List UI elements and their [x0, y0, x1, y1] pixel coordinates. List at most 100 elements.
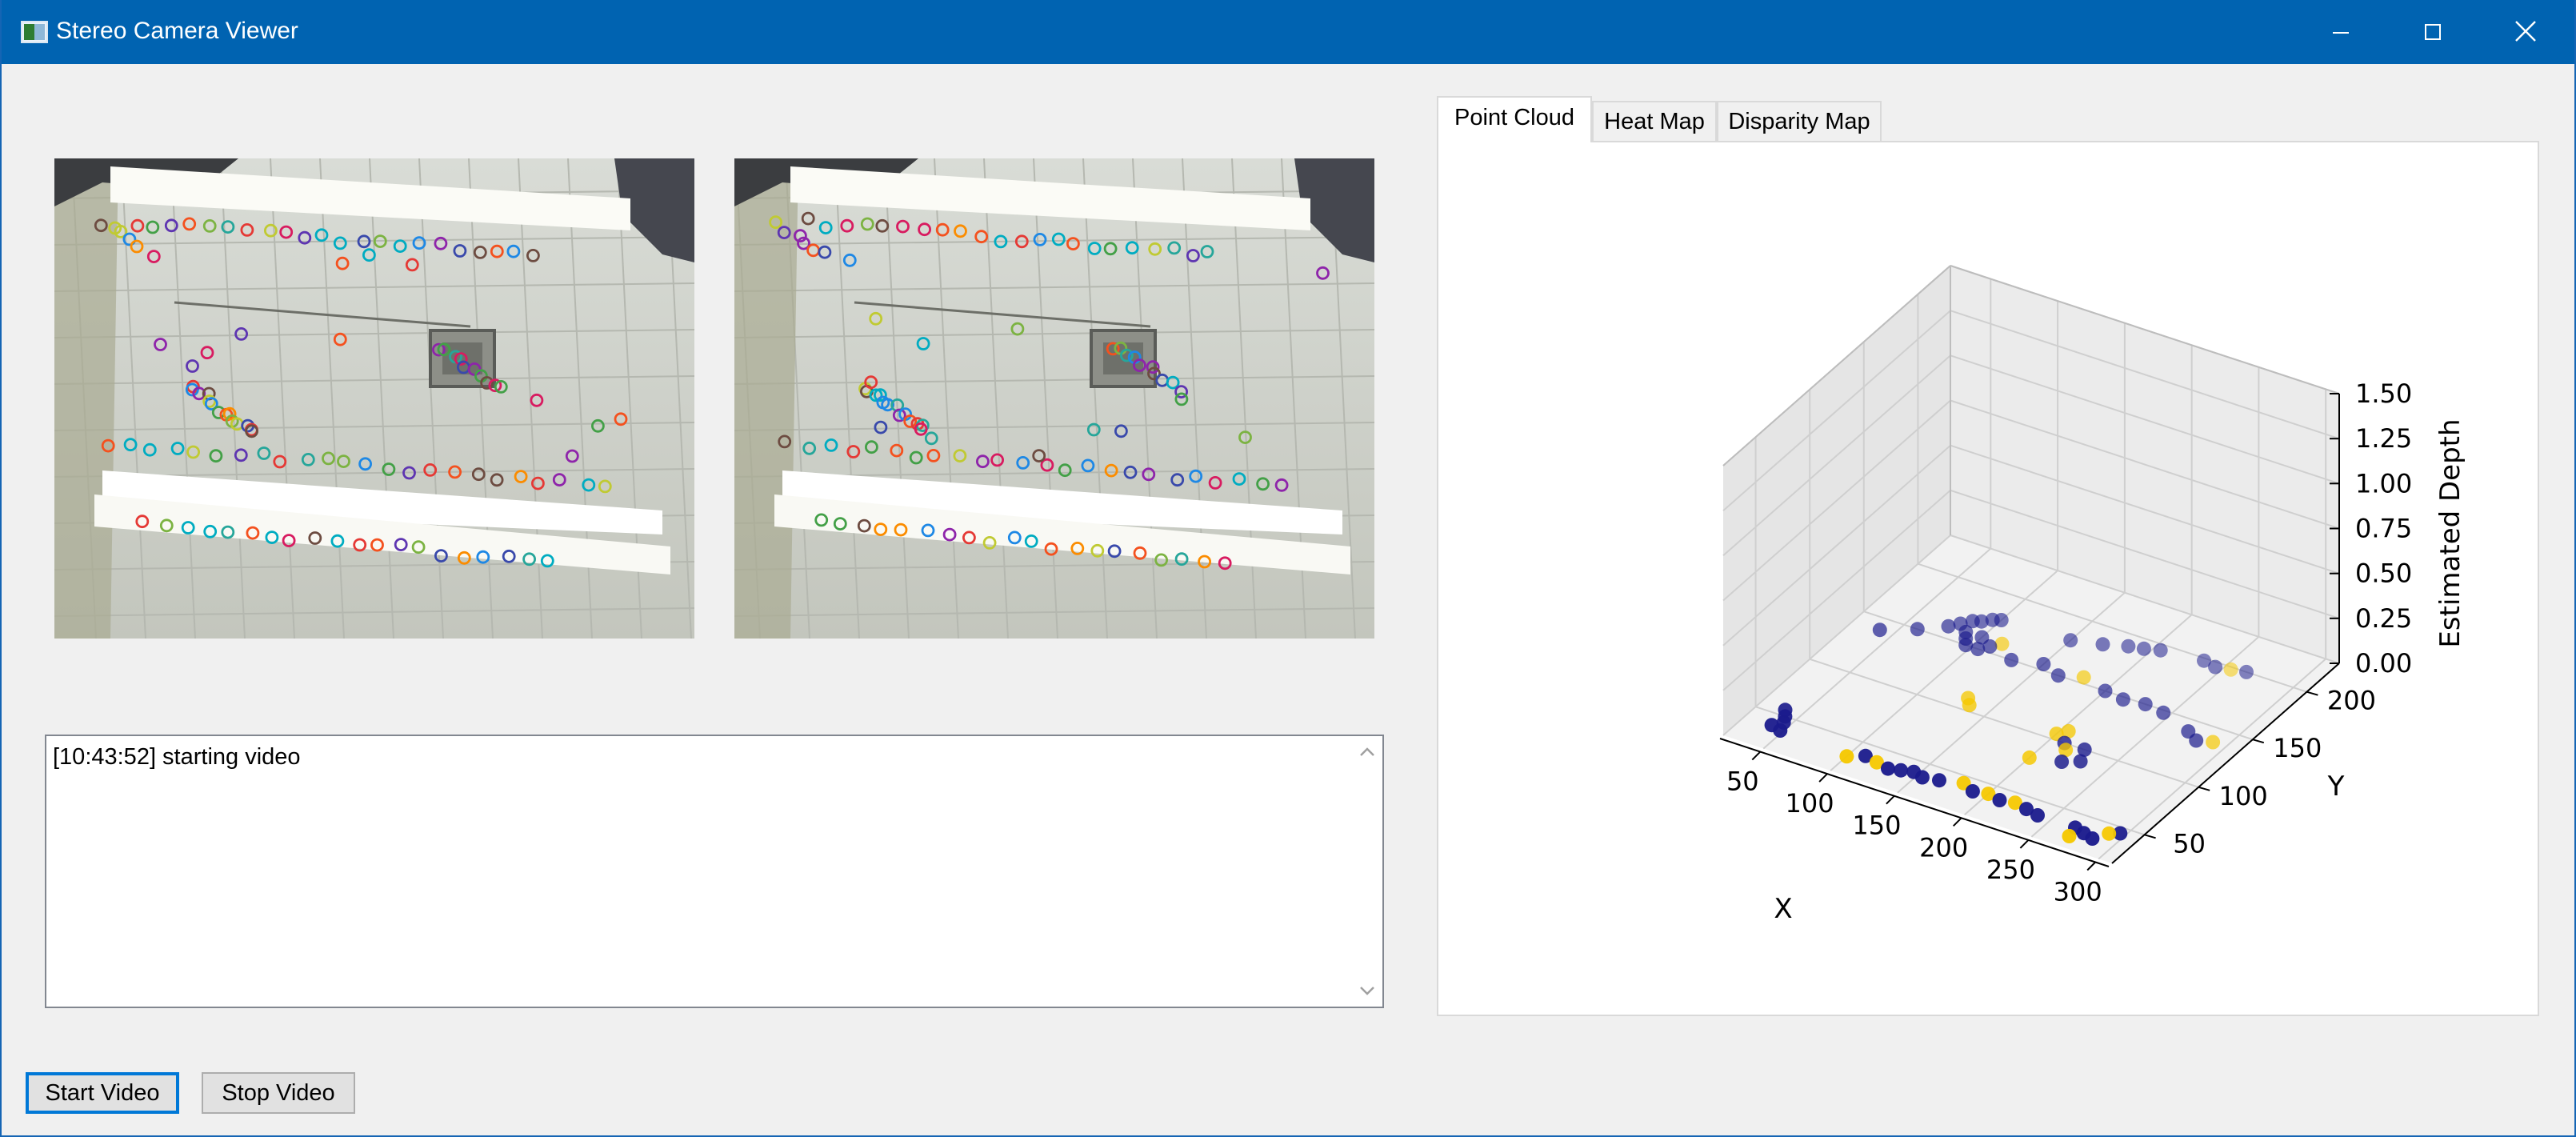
keypoint-marker — [896, 219, 910, 234]
keypoint-marker — [974, 230, 989, 244]
keypoint-marker — [186, 445, 201, 459]
data-point — [1982, 639, 1998, 654]
keypoint-marker — [257, 446, 271, 460]
z-tick-label: 1.50 — [2355, 378, 2412, 409]
keypoint-marker — [926, 448, 941, 462]
y-tick — [2144, 834, 2156, 839]
keypoint-marker — [1186, 249, 1200, 262]
keypoint-marker — [1016, 455, 1030, 470]
close-button[interactable] — [2478, 0, 2571, 64]
log-scrollbar[interactable] — [1352, 736, 1382, 1007]
start-video-button[interactable]: Start Video — [26, 1072, 179, 1114]
data-point — [2223, 662, 2238, 677]
data-point — [2030, 808, 2045, 823]
keypoint-marker — [909, 450, 923, 465]
keypoint-marker — [1066, 237, 1080, 250]
x-tick — [1952, 817, 1962, 827]
data-point — [2076, 670, 2091, 685]
keypoint-marker — [1274, 478, 1289, 492]
data-point — [2054, 755, 2070, 769]
keypoint-marker — [530, 393, 544, 407]
keypoint-marker — [1087, 242, 1102, 255]
keypoint-marker — [337, 454, 350, 469]
keypoint-marker — [953, 449, 967, 463]
x-tick — [1818, 773, 1828, 783]
z-tick-label: 1.25 — [2355, 423, 2412, 454]
data-point — [1881, 761, 1895, 776]
keypoint-marker — [824, 438, 838, 452]
x-axis-label: X — [1774, 893, 1792, 925]
keypoint-marker — [916, 337, 930, 350]
stop-video-button[interactable]: Stop Video — [202, 1072, 355, 1114]
maximize-button[interactable] — [2386, 0, 2478, 64]
keypoint-marker — [591, 418, 605, 433]
x-tick-label: 100 — [1786, 788, 1834, 819]
keypoint-marker — [362, 248, 376, 262]
keypoint-marker — [598, 479, 612, 494]
keypoint-marker — [1155, 373, 1170, 387]
keypoint-marker — [1104, 463, 1118, 478]
app-window: Stereo Camera Viewer [10:43:52] starting… — [0, 0, 2576, 1137]
data-point — [1941, 619, 1956, 634]
tab-heat-map[interactable]: Heat Map — [1592, 101, 1717, 142]
minimize-button[interactable] — [2293, 0, 2386, 64]
data-point — [1992, 793, 2007, 807]
keypoint-marker — [860, 217, 874, 231]
title-bar[interactable]: Stereo Camera Viewer — [2, 0, 2574, 64]
keypoint-marker — [322, 451, 335, 466]
keypoint-marker — [130, 239, 144, 254]
tab-disparity-map[interactable]: Disparity Map — [1717, 101, 1882, 142]
tile-edge — [854, 301, 1151, 328]
close-icon — [2515, 21, 2536, 42]
keypoint-marker — [146, 250, 161, 263]
z-tick-label: 0.75 — [2355, 514, 2412, 544]
keypoint-marker — [1208, 475, 1222, 490]
x-tick — [2019, 839, 2030, 849]
data-point — [2062, 829, 2077, 843]
keypoint-marker — [1103, 242, 1118, 256]
data-point — [1872, 623, 1887, 638]
keypoint-marker — [818, 245, 832, 259]
keypoint-marker — [170, 442, 185, 455]
app-icon — [21, 21, 48, 43]
data-point — [2102, 826, 2117, 841]
keypoint-marker — [924, 431, 938, 446]
keypoint-marker — [453, 244, 467, 258]
data-point — [2239, 664, 2254, 679]
z-tick-label: 0.25 — [2355, 603, 2412, 634]
data-point — [2121, 639, 2136, 654]
y-tick — [2306, 691, 2318, 696]
keypoint-marker — [874, 420, 888, 434]
data-point — [1932, 773, 1946, 788]
z-tick-label: 0.50 — [2355, 558, 2412, 589]
keypoint-marker — [869, 311, 883, 326]
x-tick-label: 150 — [1852, 811, 1901, 841]
data-point — [2004, 652, 2019, 667]
window-title: Stereo Camera Viewer — [56, 18, 298, 44]
data-point — [2050, 668, 2066, 683]
keypoint-marker — [1232, 472, 1246, 486]
keypoint-marker — [164, 218, 178, 233]
data-point — [2085, 831, 2100, 846]
keypoint-marker — [975, 454, 990, 469]
keypoint-marker — [1200, 245, 1214, 258]
maximize-icon — [2425, 24, 2441, 40]
keypoint-marker — [1040, 458, 1054, 472]
keypoint-marker — [130, 218, 145, 233]
data-point — [2022, 750, 2037, 765]
tab-point-cloud[interactable]: Point Cloud — [1437, 96, 1592, 142]
keypoint-marker — [202, 219, 217, 233]
left-camera-view — [54, 158, 694, 639]
data-point — [1894, 763, 1909, 778]
keypoint-marker — [864, 440, 878, 454]
log-output[interactable]: [10:43:52] starting video — [45, 735, 1384, 1008]
y-tick — [2198, 786, 2210, 791]
keypoint-marker — [333, 236, 347, 250]
scroll-down-icon[interactable] — [1359, 986, 1375, 995]
keypoint-marker — [186, 359, 199, 373]
keypoint-marker — [842, 253, 857, 267]
scroll-up-icon[interactable] — [1359, 747, 1375, 757]
keypoint-marker — [1081, 458, 1095, 473]
x-tick — [1751, 751, 1762, 761]
keypoint-marker — [802, 441, 817, 455]
